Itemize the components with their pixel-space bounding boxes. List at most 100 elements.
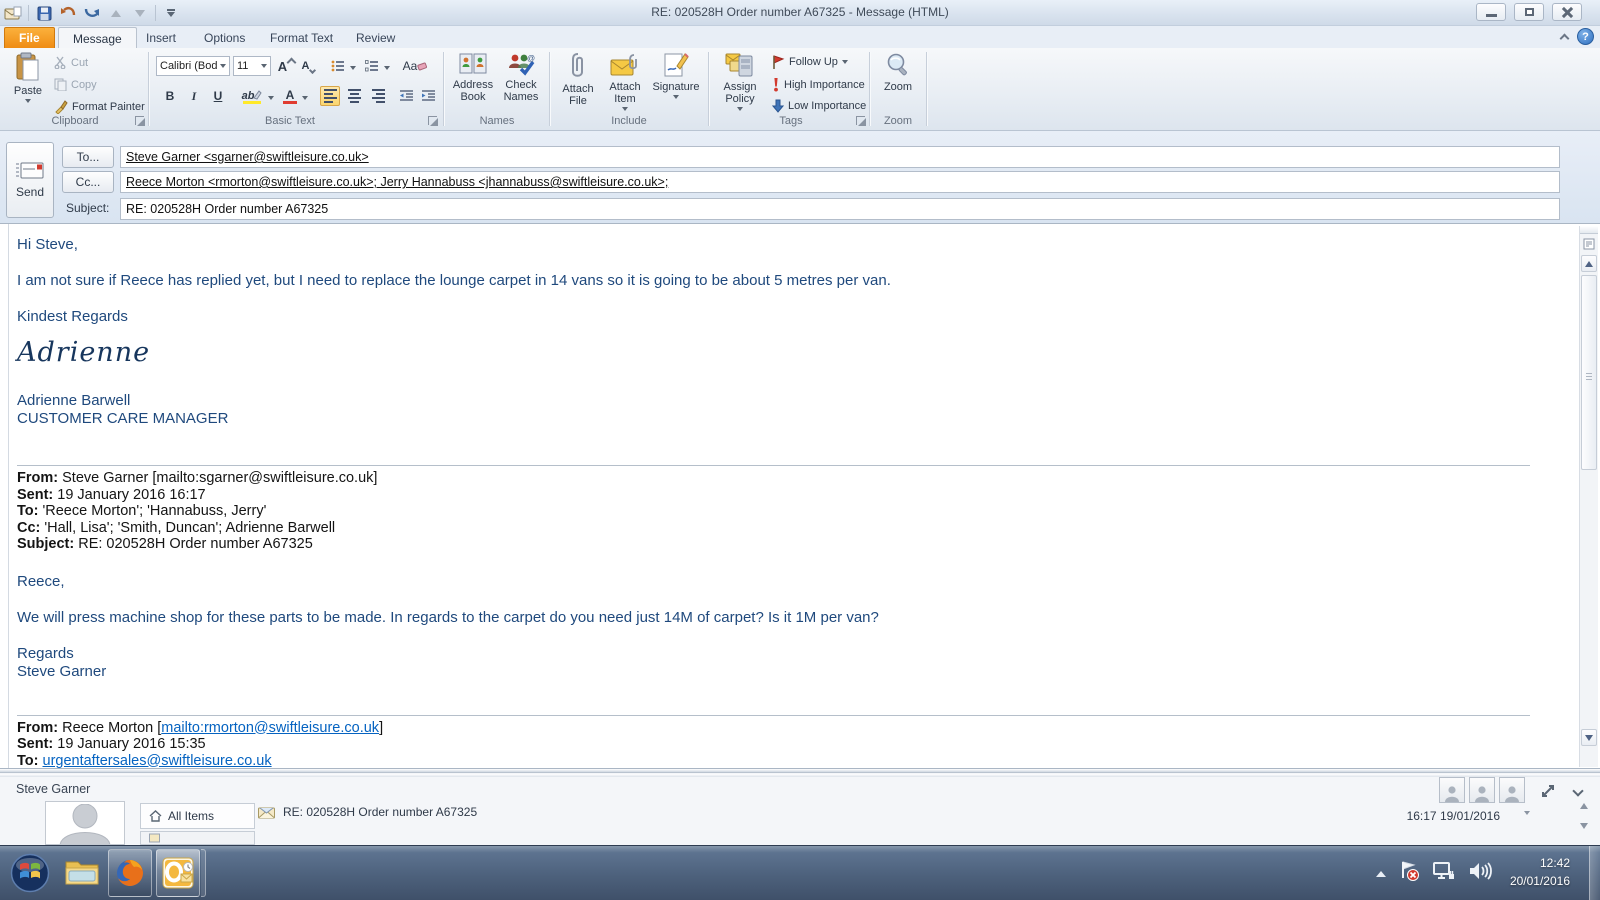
to-button[interactable]: To... xyxy=(62,146,114,168)
taskbar-clock[interactable]: 12:42 20/01/2016 xyxy=(1510,854,1570,890)
tags-dialog-launcher[interactable] xyxy=(856,116,865,125)
paste-button[interactable]: Paste xyxy=(8,52,48,103)
signature-button[interactable]: Signature xyxy=(650,52,702,99)
scroll-up-button[interactable] xyxy=(1581,255,1597,272)
cc-field[interactable]: Reece Morton <rmorton@swiftleisure.co.uk… xyxy=(120,171,1560,193)
title-bar: RE: 020528H Order number A67325 - Messag… xyxy=(0,0,1600,26)
copy-button[interactable]: Copy xyxy=(54,78,97,91)
explorer-taskbar-button[interactable] xyxy=(64,856,102,895)
outlook-icon xyxy=(161,856,195,890)
numbering-caret[interactable] xyxy=(382,58,392,78)
scroll-thumb[interactable] xyxy=(1581,275,1597,470)
network-icon[interactable] xyxy=(1432,860,1456,887)
pane-splitter-2[interactable] xyxy=(0,774,1600,777)
address-book-button[interactable]: Address Book xyxy=(450,52,496,103)
expand-people-pane-icon[interactable] xyxy=(1540,783,1556,804)
aftersales-link[interactable]: urgentaftersales@swiftleisure.co.uk xyxy=(43,753,272,769)
firefox-taskbar-button[interactable] xyxy=(108,849,152,897)
font-color-caret[interactable] xyxy=(300,88,310,108)
tab-format-text[interactable]: Format Text xyxy=(256,27,347,49)
bold-button[interactable]: B xyxy=(160,86,180,106)
avatar[interactable] xyxy=(1469,777,1495,803)
high-importance-button[interactable]: High Importance xyxy=(772,77,865,92)
tab-file[interactable]: File xyxy=(4,27,55,49)
reply-greeting: Reece, xyxy=(17,573,1530,590)
tab-insert[interactable]: Insert xyxy=(132,27,190,49)
avatar[interactable] xyxy=(1439,777,1465,803)
basic-text-dialog-launcher[interactable] xyxy=(428,116,437,125)
attach-file-button[interactable]: Attach File xyxy=(556,52,600,107)
activity-item[interactable]: RE: 020528H Order number A67325 xyxy=(258,805,477,819)
bullets-button[interactable] xyxy=(328,56,348,76)
body-scrollbar[interactable] xyxy=(1579,226,1598,767)
increase-indent-button[interactable] xyxy=(418,86,438,106)
tab-message[interactable]: Message xyxy=(58,27,137,49)
tab-review[interactable]: Review xyxy=(342,27,409,49)
assign-policy-button[interactable]: Assign Policy xyxy=(716,52,764,111)
cc-button[interactable]: Cc... xyxy=(62,171,114,193)
zoom-group-label: Zoom xyxy=(876,115,920,127)
show-hidden-icons-button[interactable] xyxy=(1376,871,1386,877)
help-button[interactable]: ? xyxy=(1577,28,1594,45)
pane-scroll-down-icon[interactable] xyxy=(1580,823,1588,829)
to-field[interactable]: Steve Garner <sgarner@swiftleisure.co.uk… xyxy=(120,146,1560,168)
start-button[interactable] xyxy=(10,853,50,898)
zoom-button[interactable]: Zoom xyxy=(876,52,920,93)
clipboard-group-label: Clipboard xyxy=(20,115,130,127)
font-size-combo[interactable]: 11 xyxy=(233,56,271,76)
cut-button[interactable]: Cut xyxy=(54,56,88,69)
highlight-button[interactable]: ab xyxy=(240,86,264,106)
font-name-combo[interactable]: Calibri (Bod xyxy=(156,56,230,76)
clipboard-dialog-launcher[interactable] xyxy=(135,116,144,125)
underline-button[interactable]: U xyxy=(208,86,228,106)
mailto-link[interactable]: mailto:rmorton@swiftleisure.co.uk xyxy=(161,720,379,736)
people-pane-chevron-icon[interactable] xyxy=(1572,785,1583,796)
stacked-window-edge[interactable] xyxy=(201,849,206,897)
high-importance-icon xyxy=(772,77,780,92)
names-group-label: Names xyxy=(450,115,544,127)
check-names-button[interactable]: @ Check Names xyxy=(498,52,544,103)
format-painter-button[interactable]: Format Painter xyxy=(54,100,145,114)
grow-font-button[interactable]: A xyxy=(276,56,296,76)
split-handle[interactable] xyxy=(1580,226,1598,234)
highlight-caret[interactable] xyxy=(266,88,276,108)
volume-icon[interactable] xyxy=(1468,860,1492,887)
attach-item-button[interactable]: Attach Item xyxy=(602,52,648,111)
scroll-down-button[interactable] xyxy=(1581,729,1597,746)
decrease-indent-button[interactable] xyxy=(396,86,416,106)
show-desktop-button[interactable] xyxy=(1589,846,1600,900)
tab-all-items[interactable]: All Items xyxy=(140,803,255,829)
font-color-button[interactable]: A xyxy=(280,86,300,106)
align-left-button[interactable] xyxy=(320,86,340,106)
browse-object-icon[interactable] xyxy=(1580,234,1598,254)
send-button[interactable]: Send xyxy=(6,142,54,218)
svg-text:@: @ xyxy=(527,54,535,63)
people-pane-scroll[interactable] xyxy=(1580,803,1588,829)
follow-up-button[interactable]: Follow Up xyxy=(772,55,848,69)
clear-formatting-button[interactable]: Aa xyxy=(402,56,428,76)
minimize-button[interactable] xyxy=(1476,3,1506,21)
activity-item-caret[interactable] xyxy=(1524,815,1530,833)
pane-scroll-up-icon[interactable] xyxy=(1580,803,1588,809)
italic-button[interactable]: I xyxy=(184,86,204,106)
restore-button[interactable] xyxy=(1514,3,1544,21)
paperclip-icon xyxy=(569,52,587,80)
message-body-area[interactable]: Hi Steve, I am not sure if Reece has rep… xyxy=(0,224,1600,769)
numbering-button[interactable] xyxy=(362,56,382,76)
paste-caret xyxy=(25,99,31,103)
pane-splitter[interactable] xyxy=(0,769,1600,773)
avatar[interactable] xyxy=(1499,777,1525,803)
outlook-taskbar-button[interactable] xyxy=(156,849,200,897)
align-center-button[interactable] xyxy=(344,86,364,106)
bullets-caret[interactable] xyxy=(348,58,358,78)
scroll-track[interactable] xyxy=(1580,273,1598,728)
subject-field[interactable]: RE: 020528H Order number A67325 xyxy=(120,198,1560,220)
shrink-font-button[interactable]: A xyxy=(298,56,318,76)
low-importance-button[interactable]: Low Importance xyxy=(772,99,866,113)
action-center-icon[interactable] xyxy=(1398,860,1420,887)
close-button[interactable] xyxy=(1552,3,1582,21)
tab-partial[interactable] xyxy=(140,831,255,845)
collapse-ribbon-button[interactable] xyxy=(1556,30,1572,44)
tab-options[interactable]: Options xyxy=(190,27,259,49)
align-right-button[interactable] xyxy=(368,86,388,106)
